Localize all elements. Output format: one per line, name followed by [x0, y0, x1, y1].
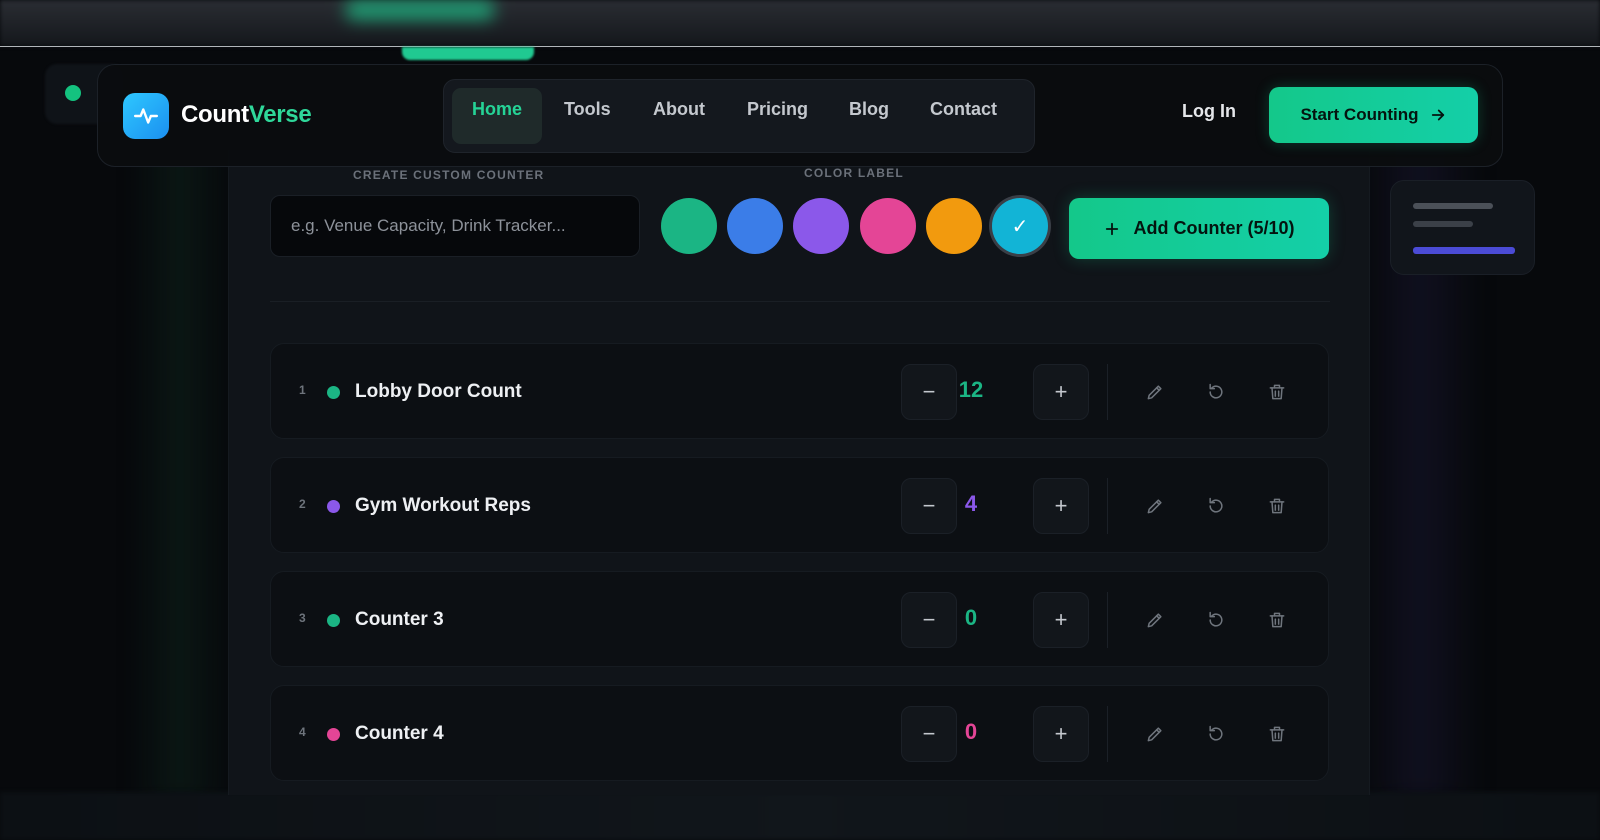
counter-name: Counter 3 — [355, 609, 444, 630]
increment-button[interactable]: + — [1033, 706, 1089, 762]
counter-index: 1 — [299, 383, 306, 397]
counter-color-dot — [327, 500, 340, 513]
trash-icon[interactable] — [1265, 608, 1289, 632]
counter-color-dot — [327, 614, 340, 627]
nav-blog[interactable]: Blog — [829, 88, 909, 144]
edit-icon[interactable] — [1143, 722, 1167, 746]
nav-pricing[interactable]: Pricing — [727, 88, 828, 144]
counter-name-input[interactable] — [270, 195, 640, 257]
trash-icon[interactable] — [1265, 722, 1289, 746]
brand-name-part-1: Count — [181, 101, 249, 128]
edit-icon[interactable] — [1143, 608, 1167, 632]
color-swatch-blue[interactable] — [727, 198, 783, 254]
counter-index: 2 — [299, 497, 306, 511]
background-glow — [345, 0, 495, 20]
counter-value: 4 — [964, 491, 978, 516]
counter-name: Gym Workout Reps — [355, 495, 531, 516]
increment-button[interactable]: + — [1033, 478, 1089, 534]
edit-icon[interactable] — [1143, 380, 1167, 404]
counter-index: 3 — [299, 611, 306, 625]
row-divider — [1107, 478, 1108, 534]
background-green-tab — [402, 47, 534, 60]
arrow-right-icon — [1431, 109, 1444, 121]
background-left-glow — [130, 120, 230, 800]
nav-tools[interactable]: Tools — [544, 88, 631, 144]
create-counter-label: CREATE CUSTOM COUNTER — [353, 168, 545, 182]
trash-icon[interactable] — [1265, 380, 1289, 404]
nav-menu: Home Tools About Pricing Blog Contact — [443, 79, 1035, 153]
row-divider — [1107, 364, 1108, 420]
skeleton-line — [1413, 203, 1493, 209]
edit-icon[interactable] — [1143, 494, 1167, 518]
reset-icon[interactable] — [1204, 722, 1228, 746]
background-bottom-bar — [0, 792, 1600, 840]
counter-value: 12 — [958, 377, 984, 402]
skeleton-accent-line — [1413, 247, 1515, 254]
counter-row: 1 Lobby Door Count − 12 + — [270, 343, 1329, 439]
row-divider — [1107, 706, 1108, 762]
row-divider — [1107, 592, 1108, 648]
pulse-icon — [133, 108, 159, 124]
counter-color-dot — [327, 386, 340, 399]
nav-home[interactable]: Home — [452, 88, 543, 144]
add-counter-button[interactable]: Add Counter (5/10) — [1069, 198, 1329, 259]
brand-name[interactable]: CountVerse — [181, 101, 312, 129]
login-link[interactable]: Log In — [1182, 101, 1236, 122]
increment-button[interactable]: + — [1033, 364, 1089, 420]
color-swatch-green[interactable] — [661, 198, 717, 254]
color-swatch-cyan[interactable]: ✓ — [992, 198, 1048, 254]
reset-icon[interactable] — [1204, 380, 1228, 404]
background-top-bar — [0, 0, 1600, 46]
skeleton-line — [1413, 221, 1473, 227]
add-counter-label: Add Counter (5/10) — [1133, 218, 1295, 238]
trash-icon[interactable] — [1265, 494, 1289, 518]
counter-index: 4 — [299, 725, 306, 739]
color-label: COLOR LABEL — [804, 166, 904, 180]
nav-about[interactable]: About — [633, 88, 725, 144]
navbar: CountVerse Home Tools About Pricing Blog… — [97, 64, 1503, 167]
start-counting-button[interactable]: Start Counting — [1269, 87, 1478, 143]
color-swatch-purple[interactable] — [793, 198, 849, 254]
plus-icon — [1106, 222, 1119, 235]
color-swatch-orange[interactable] — [926, 198, 982, 254]
counter-color-dot — [327, 728, 340, 741]
counter-row: 2 Gym Workout Reps − 4 + — [270, 457, 1329, 553]
background-side-card — [1390, 180, 1535, 275]
section-divider — [270, 301, 1330, 302]
check-icon: ✓ — [1011, 215, 1029, 238]
background-status-dot — [65, 85, 81, 101]
nav-contact[interactable]: Contact — [910, 88, 1017, 144]
counter-name: Counter 4 — [355, 723, 444, 744]
background-divider-line — [0, 46, 1600, 47]
counter-row: 3 Counter 3 − 0 + — [270, 571, 1329, 667]
counter-name: Lobby Door Count — [355, 381, 522, 402]
reset-icon[interactable] — [1204, 494, 1228, 518]
reset-icon[interactable] — [1204, 608, 1228, 632]
brand-name-part-2: Verse — [248, 101, 312, 128]
counter-value: 0 — [964, 719, 978, 744]
logo[interactable] — [123, 93, 169, 139]
counter-row: 4 Counter 4 − 0 + — [270, 685, 1329, 781]
counter-value: 0 — [964, 605, 978, 630]
color-swatch-pink[interactable] — [860, 198, 916, 254]
increment-button[interactable]: + — [1033, 592, 1089, 648]
start-counting-label: Start Counting — [1300, 105, 1419, 124]
